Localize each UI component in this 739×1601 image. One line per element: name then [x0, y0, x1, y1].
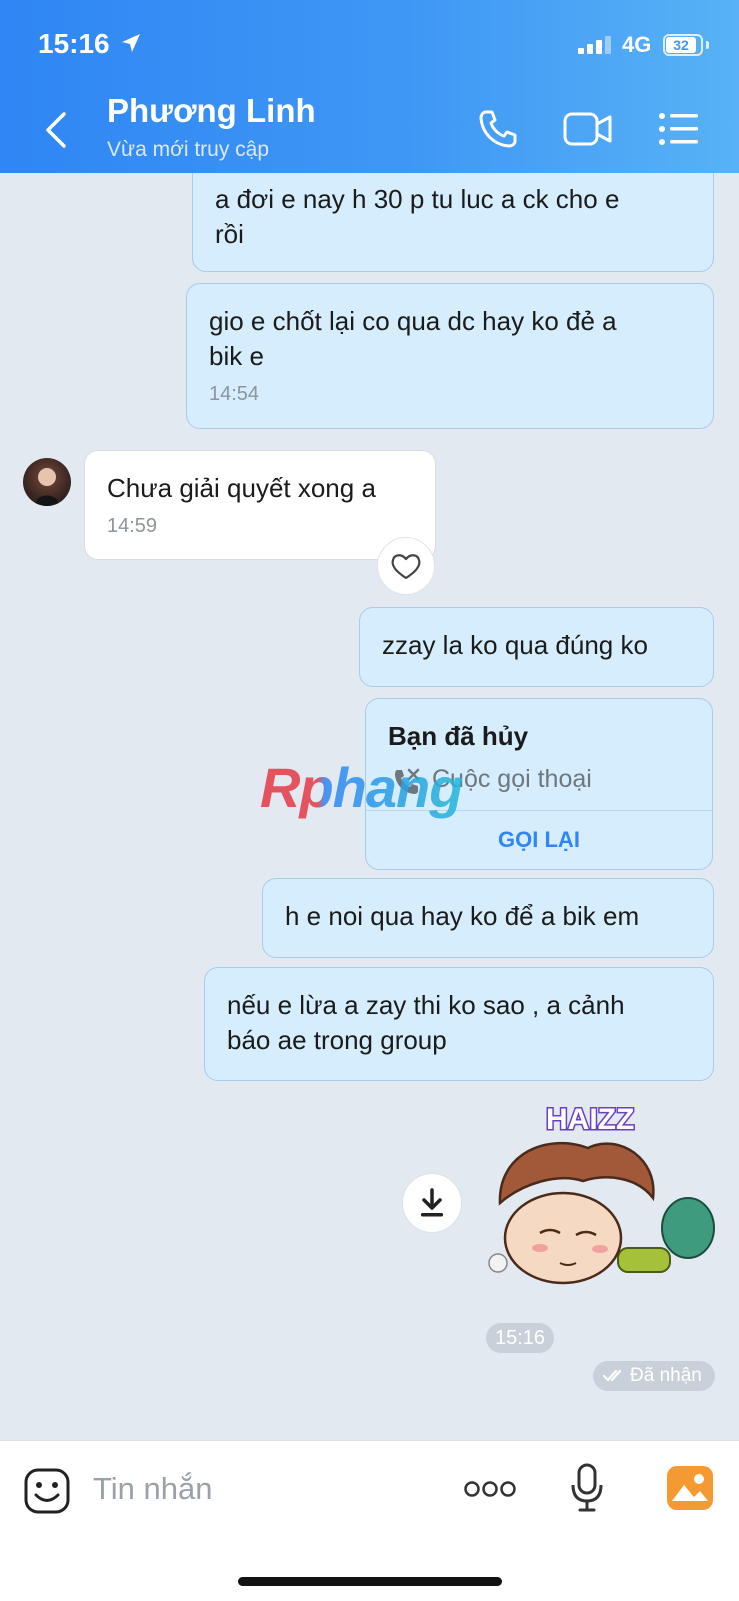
battery-nub [706, 41, 709, 49]
sticker[interactable]: HAIZZ [488, 1093, 718, 1303]
message-text: gio e chốt lại co qua dc hay ko đẻ a [209, 306, 617, 336]
battery-icon: 32 [663, 34, 703, 56]
menu-icon[interactable] [658, 112, 700, 146]
double-check-icon [603, 1369, 622, 1382]
mic-icon[interactable] [570, 1463, 604, 1513]
message-text: h e noi qua hay ko để a bik em [285, 901, 640, 931]
battery-level: 32 [666, 37, 696, 53]
chat-header: 15:16 4G 32 Phương Linh Vừa mới truy cập [0, 0, 739, 173]
heart-icon [391, 554, 421, 580]
download-icon [421, 1188, 443, 1217]
contact-avatar[interactable] [23, 458, 71, 506]
message-bubble-out[interactable]: gio e chốt lại co qua dc hay ko đẻ a bik… [186, 283, 714, 429]
call-type: Cuộc gọi thoại [432, 765, 592, 793]
gallery-icon[interactable] [666, 1465, 714, 1511]
message-time: 14:59 [107, 515, 158, 537]
call-card[interactable]: Bạn đã hủy Cuộc gọi thoại GỌI LẠI [365, 698, 713, 870]
avatar-image [35, 468, 59, 506]
download-button[interactable] [402, 1173, 462, 1233]
back-icon[interactable] [40, 110, 76, 150]
message-input-bar: Tin nhắn [0, 1440, 739, 1601]
sticker-caption: HAIZZ [546, 1103, 634, 1136]
receipt-label: Đã nhận [630, 1365, 702, 1386]
chat-area[interactable]: a đơi e nay h 30 p tu luc a ck cho e rồi… [0, 173, 739, 1440]
phone-cancel-icon [395, 768, 420, 794]
message-bubble-out[interactable]: nếu e lừa a zay thi ko sao , a cảnh báo … [204, 967, 714, 1081]
contact-name[interactable]: Phương Linh [107, 92, 316, 130]
signal-icon [578, 36, 611, 54]
phone-icon[interactable] [477, 108, 519, 150]
call-back-button[interactable]: GỌI LẠI [366, 810, 712, 870]
message-input[interactable]: Tin nhắn [93, 1471, 213, 1507]
network-type: 4G [622, 32, 652, 57]
contact-status: Vừa mới truy cập [107, 138, 270, 161]
message-text: báo ae trong group [227, 1025, 447, 1055]
message-time: 14:54 [209, 383, 260, 405]
chat-timestamp: 15:16 [486, 1323, 554, 1353]
message-bubble-out[interactable]: a đơi e nay h 30 p tu luc a ck cho e rồi [192, 173, 714, 272]
react-button[interactable] [377, 537, 435, 595]
home-indicator [238, 1577, 502, 1586]
message-bubble-out[interactable]: zzay la ko qua đúng ko [359, 607, 714, 687]
message-text: nếu e lừa a zay thi ko sao , a cảnh [227, 990, 625, 1020]
message-text: Chưa giải quyết xong a [107, 473, 376, 503]
message-text: rồi [215, 219, 244, 249]
status-time: 15:16 [38, 28, 110, 59]
sticker-icon[interactable] [24, 1468, 70, 1514]
call-status: Bạn đã hủy [388, 721, 529, 751]
receipt-status: Đã nhận [593, 1361, 715, 1391]
message-bubble-out[interactable]: h e noi qua hay ko để a bik em [262, 878, 714, 958]
location-arrow-icon [122, 34, 140, 52]
message-text: a đơi e nay h 30 p tu luc a ck cho e [215, 184, 620, 214]
video-icon[interactable] [563, 110, 613, 148]
message-text: zzay la ko qua đúng ko [382, 630, 648, 660]
message-text: bik e [209, 341, 264, 371]
more-icon[interactable] [464, 1479, 516, 1499]
